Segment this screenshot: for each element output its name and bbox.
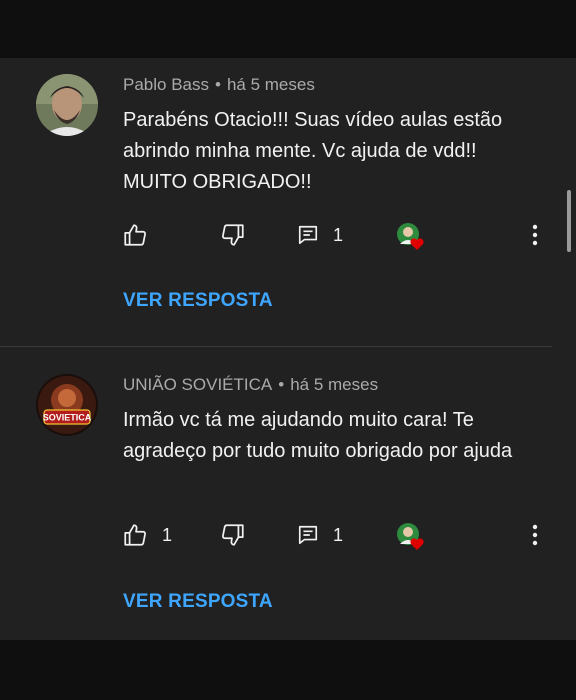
thumbs-up-icon bbox=[124, 224, 146, 246]
view-replies-link[interactable]: VER RESPOSTA bbox=[123, 591, 273, 613]
thumbs-up-icon bbox=[124, 524, 146, 546]
comment-text: Parabéns Otacio!!! Suas vídeo aulas estã… bbox=[123, 109, 503, 193]
like-button[interactable]: 1 bbox=[122, 520, 172, 550]
author-name[interactable]: Pablo Bass bbox=[123, 75, 209, 94]
meta-separator: • bbox=[215, 75, 221, 94]
comment-time[interactable]: há 5 meses bbox=[227, 75, 315, 94]
more-options-button[interactable] bbox=[527, 223, 543, 252]
reply-button[interactable]: 1 bbox=[297, 520, 343, 550]
thumbs-down-icon bbox=[222, 224, 244, 246]
bottom-bar bbox=[0, 640, 576, 700]
reply-count: 1 bbox=[333, 224, 344, 245]
avatar-logo-text: SOVIETICA bbox=[43, 413, 92, 423]
more-options-button[interactable] bbox=[527, 523, 543, 552]
comment-meta: Pablo Bass • há 5 meses bbox=[123, 75, 315, 95]
reply-count: 1 bbox=[333, 524, 344, 545]
like-count: 1 bbox=[162, 524, 173, 545]
scrollbar[interactable] bbox=[567, 190, 571, 252]
comment-actions: 1 1 bbox=[0, 520, 576, 550]
comment-text: Irmão vc tá me ajudando muito cara! Te a… bbox=[123, 409, 513, 462]
creator-heart-icon bbox=[396, 222, 426, 252]
reply-icon bbox=[298, 225, 318, 245]
more-vert-icon bbox=[532, 524, 538, 546]
comment-actions: 1 bbox=[0, 220, 576, 250]
author-name[interactable]: UNIÃO SOVIÉTICA bbox=[123, 375, 272, 394]
like-button[interactable] bbox=[122, 220, 162, 250]
comment-time[interactable]: há 5 meses bbox=[290, 375, 378, 394]
top-bar bbox=[0, 0, 576, 58]
comment-meta: UNIÃO SOVIÉTICA • há 5 meses bbox=[123, 375, 378, 395]
dislike-button[interactable] bbox=[220, 520, 246, 550]
creator-heart-icon bbox=[396, 522, 426, 552]
more-vert-icon bbox=[532, 224, 538, 246]
reply-button[interactable]: 1 bbox=[297, 220, 343, 250]
dislike-button[interactable] bbox=[220, 220, 246, 250]
reply-icon bbox=[298, 525, 318, 545]
divider bbox=[0, 346, 552, 347]
avatar[interactable] bbox=[36, 74, 98, 136]
view-replies-link[interactable]: VER RESPOSTA bbox=[123, 290, 273, 312]
thumbs-down-icon bbox=[222, 524, 244, 546]
meta-separator: • bbox=[278, 375, 285, 394]
avatar[interactable]: SOVIETICA bbox=[36, 374, 98, 436]
